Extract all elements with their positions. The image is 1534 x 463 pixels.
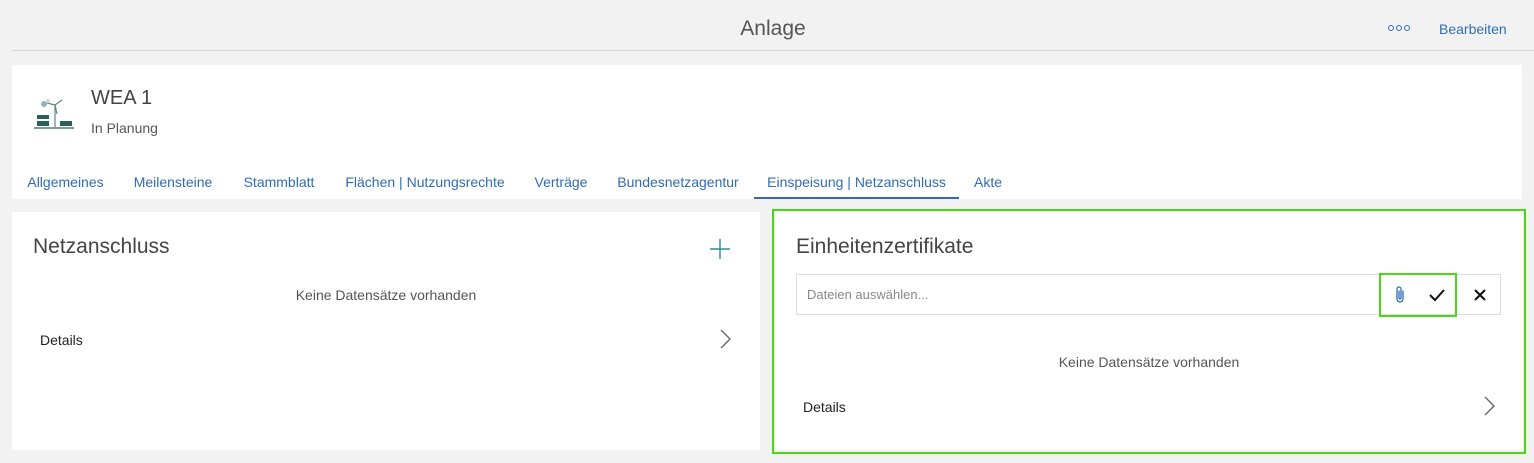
einheitenzertifikate-empty-text: Keine Datensätze vorhanden — [1058, 354, 1240, 370]
netzanschluss-title: Netzanschluss — [33, 235, 170, 258]
chevron-right-icon — [720, 329, 731, 349]
close-icon — [1474, 288, 1486, 301]
einheitenzertifikate-panel: Einheitenzertifikate Keine Datensätze vo… — [775, 212, 1523, 450]
confirm-upload-button[interactable] — [1418, 275, 1455, 315]
checkmark-icon — [1428, 289, 1445, 302]
paperclip-icon — [1395, 286, 1404, 303]
netzanschluss-panel: Netzanschluss Keine Datensätze vorhanden… — [12, 212, 760, 450]
asset-status: In Planung — [91, 120, 158, 136]
wind-solar-plant-icon — [34, 99, 74, 129]
asset-header-card: WEA 1 In Planung Allgemeines Meilenstein… — [12, 65, 1522, 199]
tab-einspeisung-netzanschluss[interactable]: Einspeisung | Netzanschluss — [754, 165, 959, 199]
attach-file-button[interactable] — [1381, 275, 1418, 315]
more-dots-icon[interactable] — [1388, 22, 1410, 34]
einheitenzertifikate-details-label: Details — [803, 399, 846, 415]
tab-bar: Allgemeines Meilensteine Stammblatt Fläc… — [12, 165, 1522, 199]
tab-stammblatt[interactable]: Stammblatt — [228, 165, 330, 199]
tab-meilensteine[interactable]: Meilensteine — [118, 165, 228, 199]
einheitenzertifikate-title: Einheitenzertifikate — [796, 235, 974, 258]
tab-flaechen-nutzungsrechte[interactable]: Flächen | Nutzungsrechte — [330, 165, 520, 199]
top-bar: Anlage Bearbeiten — [12, 0, 1534, 51]
file-upload-field — [796, 273, 1501, 317]
tab-akte[interactable]: Akte — [962, 165, 1014, 199]
tab-bundesnetzagentur[interactable]: Bundesnetzagentur — [602, 165, 754, 199]
tab-allgemeines[interactable]: Allgemeines — [13, 165, 118, 199]
upload-action-group — [1379, 273, 1457, 317]
einheitenzertifikate-details-row[interactable]: Details — [775, 389, 1523, 425]
edit-button[interactable]: Bearbeiten — [1439, 21, 1507, 37]
chevron-right-icon — [1484, 396, 1495, 416]
netzanschluss-details-label: Details — [40, 332, 83, 348]
cancel-upload-button[interactable] — [1461, 275, 1499, 314]
page-title: Anlage — [740, 17, 806, 40]
netzanschluss-empty-text: Keine Datensätze vorhanden — [295, 287, 477, 303]
tab-vertraege[interactable]: Verträge — [520, 165, 602, 199]
file-select-input[interactable] — [797, 275, 1381, 314]
netzanschluss-details-row[interactable]: Details — [12, 322, 760, 358]
asset-name: WEA 1 — [91, 87, 153, 109]
plus-icon[interactable] — [708, 237, 732, 261]
